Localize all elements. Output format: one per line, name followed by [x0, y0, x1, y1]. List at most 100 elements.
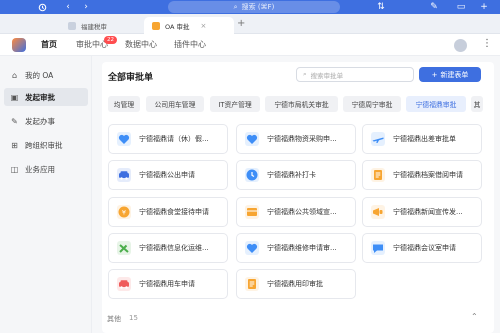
category-chip[interactable]: 宁德市局机关审批: [265, 96, 338, 112]
form-card[interactable]: 宁德福鼎会议室申请: [362, 233, 482, 263]
history-icon[interactable]: [36, 0, 48, 14]
title-bar: ‹ › ⌕ 搜索 (⌘F) ⇅ ✎ ▭ +: [0, 0, 500, 14]
chevron-up-icon[interactable]: ⌃: [471, 312, 478, 321]
form-card-label: 宁德福鼎维修申请审...: [267, 244, 337, 252]
megaphone-icon: [371, 205, 385, 219]
sidebar-item-label: 跨组织审批: [25, 140, 63, 150]
category-chip[interactable]: IT资产管理: [210, 96, 260, 112]
form-card[interactable]: ¥ 宁德福鼎食堂接待申请: [108, 197, 228, 227]
search-icon: ⌕: [303, 70, 307, 78]
form-card[interactable]: 宁德福鼎新闻宣传发...: [362, 197, 482, 227]
menu-home[interactable]: 首页: [41, 39, 57, 50]
signal-icon[interactable]: ⇅: [375, 0, 387, 14]
coin-icon: ¥: [117, 205, 131, 219]
wand-icon[interactable]: ✎: [428, 0, 440, 14]
other-section-count: 15: [129, 314, 138, 322]
document-icon: [245, 277, 259, 291]
new-tab-icon[interactable]: +: [237, 18, 245, 29]
document-icon: [371, 168, 385, 182]
sidebar-item-cross-org[interactable]: ⊞ 跨组织审批: [4, 136, 88, 154]
tab-bar: 福建税审 OA 审批 × +: [0, 14, 500, 34]
form-card-label: 宁德福鼎用印审批: [267, 280, 323, 288]
page-title: 全部审批单: [108, 73, 154, 83]
sidebar-item-my-oa[interactable]: ⌂ 我的 OA: [4, 66, 88, 84]
global-search-placeholder: 搜索 (⌘F): [241, 3, 275, 11]
plane-icon: [371, 132, 385, 146]
chat-icon: [371, 241, 385, 255]
heart-icon: [245, 132, 259, 146]
category-chip[interactable]: 宁德周宁审批: [343, 96, 401, 112]
category-chip[interactable]: 均管理: [108, 96, 140, 112]
edit-icon: ✎: [11, 116, 18, 126]
form-card[interactable]: 宁德福鼎信息化运维...: [108, 233, 228, 263]
search-icon: ⌕: [233, 2, 238, 11]
other-section-label: 其他: [107, 315, 121, 323]
apps-icon: ◫: [10, 164, 19, 174]
form-search-placeholder: 搜索审批单: [310, 71, 344, 80]
form-card-label: 宁德福鼎公共领域宣...: [267, 208, 337, 216]
form-card[interactable]: 宁德福鼎维修申请审...: [236, 233, 356, 263]
form-card-label: 宁德福鼎食堂接待申请: [139, 208, 209, 216]
sidebar: ⌂ 我的 OA ▣ 发起审批 ✎ 发起办事 ⊞ 跨组织审批 ◫ 业务应用: [0, 56, 92, 333]
form-card[interactable]: 宁德福鼎用印审批: [236, 269, 356, 299]
tab-fujian[interactable]: 福建税审: [60, 17, 140, 34]
app-header: 首页 审批中心 数据中心 插件中心: [0, 34, 500, 56]
screen-icon[interactable]: ▭: [455, 0, 467, 14]
forward-icon[interactable]: ›: [80, 0, 92, 14]
form-card-label: 宁德福鼎出差审批单: [393, 135, 456, 143]
category-chip[interactable]: 其: [471, 96, 483, 112]
form-card-label: 宁德福鼎请（休）假...: [139, 135, 209, 143]
form-card[interactable]: 宁德福鼎请（休）假...: [108, 124, 228, 154]
form-search-input[interactable]: ⌕ 搜索审批单: [296, 67, 414, 82]
tab-oa[interactable]: OA 审批 ×: [144, 17, 234, 34]
sidebar-item-start-approval[interactable]: ▣ 发起审批: [4, 88, 88, 106]
sidebar-item-label: 发起办事: [25, 116, 55, 126]
category-chip[interactable]: 公司用车管理: [146, 96, 204, 112]
menu-data-center[interactable]: 数据中心: [125, 39, 157, 50]
form-card[interactable]: 宁德福鼎补打卡: [236, 160, 356, 190]
form-card[interactable]: 宁德福鼎公出申请: [108, 160, 228, 190]
form-card-label: 宁德福鼎新闻宣传发...: [393, 208, 463, 216]
heart-icon: [245, 241, 259, 255]
tools-icon: [117, 241, 131, 255]
tab-label: 福建税审: [81, 22, 107, 31]
plus-icon: +: [431, 70, 438, 79]
tab-app-icon: [68, 21, 76, 30]
stamp-icon: ▣: [10, 92, 19, 102]
form-card-label: 宁德福鼎物资采购申...: [267, 135, 337, 143]
sidebar-item-business-apps[interactable]: ◫ 业务应用: [4, 160, 88, 178]
new-form-label: 新建表单: [440, 70, 469, 79]
clock-icon: [245, 168, 259, 182]
global-search[interactable]: ⌕ 搜索 (⌘F): [168, 1, 340, 13]
svg-text:¥: ¥: [122, 208, 126, 216]
form-card[interactable]: 宁德福鼎公共领域宣...: [236, 197, 356, 227]
sidebar-item-start-task[interactable]: ✎ 发起办事: [4, 112, 88, 130]
form-card[interactable]: 宁德福鼎物资采购申...: [236, 124, 356, 154]
add-icon[interactable]: +: [478, 0, 490, 14]
home-icon: ⌂: [11, 70, 18, 80]
form-card-label: 宁德福鼎信息化运维...: [139, 244, 209, 252]
menu-plugin-center[interactable]: 插件中心: [174, 39, 206, 50]
form-card[interactable]: 宁德福鼎档案借阅申请: [362, 160, 482, 190]
category-chip-active[interactable]: 宁德福鼎审批: [406, 96, 466, 112]
new-form-button[interactable]: + 新建表单: [419, 67, 481, 82]
close-icon[interactable]: ×: [201, 22, 207, 30]
app-logo: [12, 38, 26, 52]
notification-badge: 22: [104, 36, 117, 44]
tab-app-icon: [152, 21, 160, 30]
form-card[interactable]: 宁德福鼎出差审批单: [362, 124, 482, 154]
form-card-label: 宁德福鼎用车申请: [139, 280, 195, 288]
sidebar-item-label: 我的 OA: [25, 70, 54, 80]
sidebar-item-label: 发起审批: [25, 92, 55, 102]
form-card[interactable]: 宁德福鼎用车申请: [108, 269, 228, 299]
more-icon[interactable]: ⋮: [482, 38, 492, 49]
tab-label: OA 审批: [165, 22, 190, 31]
car-icon: [117, 277, 131, 291]
form-card-label: 宁德福鼎档案借阅申请: [393, 171, 463, 179]
car-icon: [117, 168, 131, 182]
sidebar-item-label: 业务应用: [25, 164, 55, 174]
org-icon: ⊞: [11, 140, 18, 150]
back-icon[interactable]: ‹: [62, 0, 74, 14]
avatar[interactable]: [454, 39, 467, 52]
box-icon: [245, 205, 259, 219]
